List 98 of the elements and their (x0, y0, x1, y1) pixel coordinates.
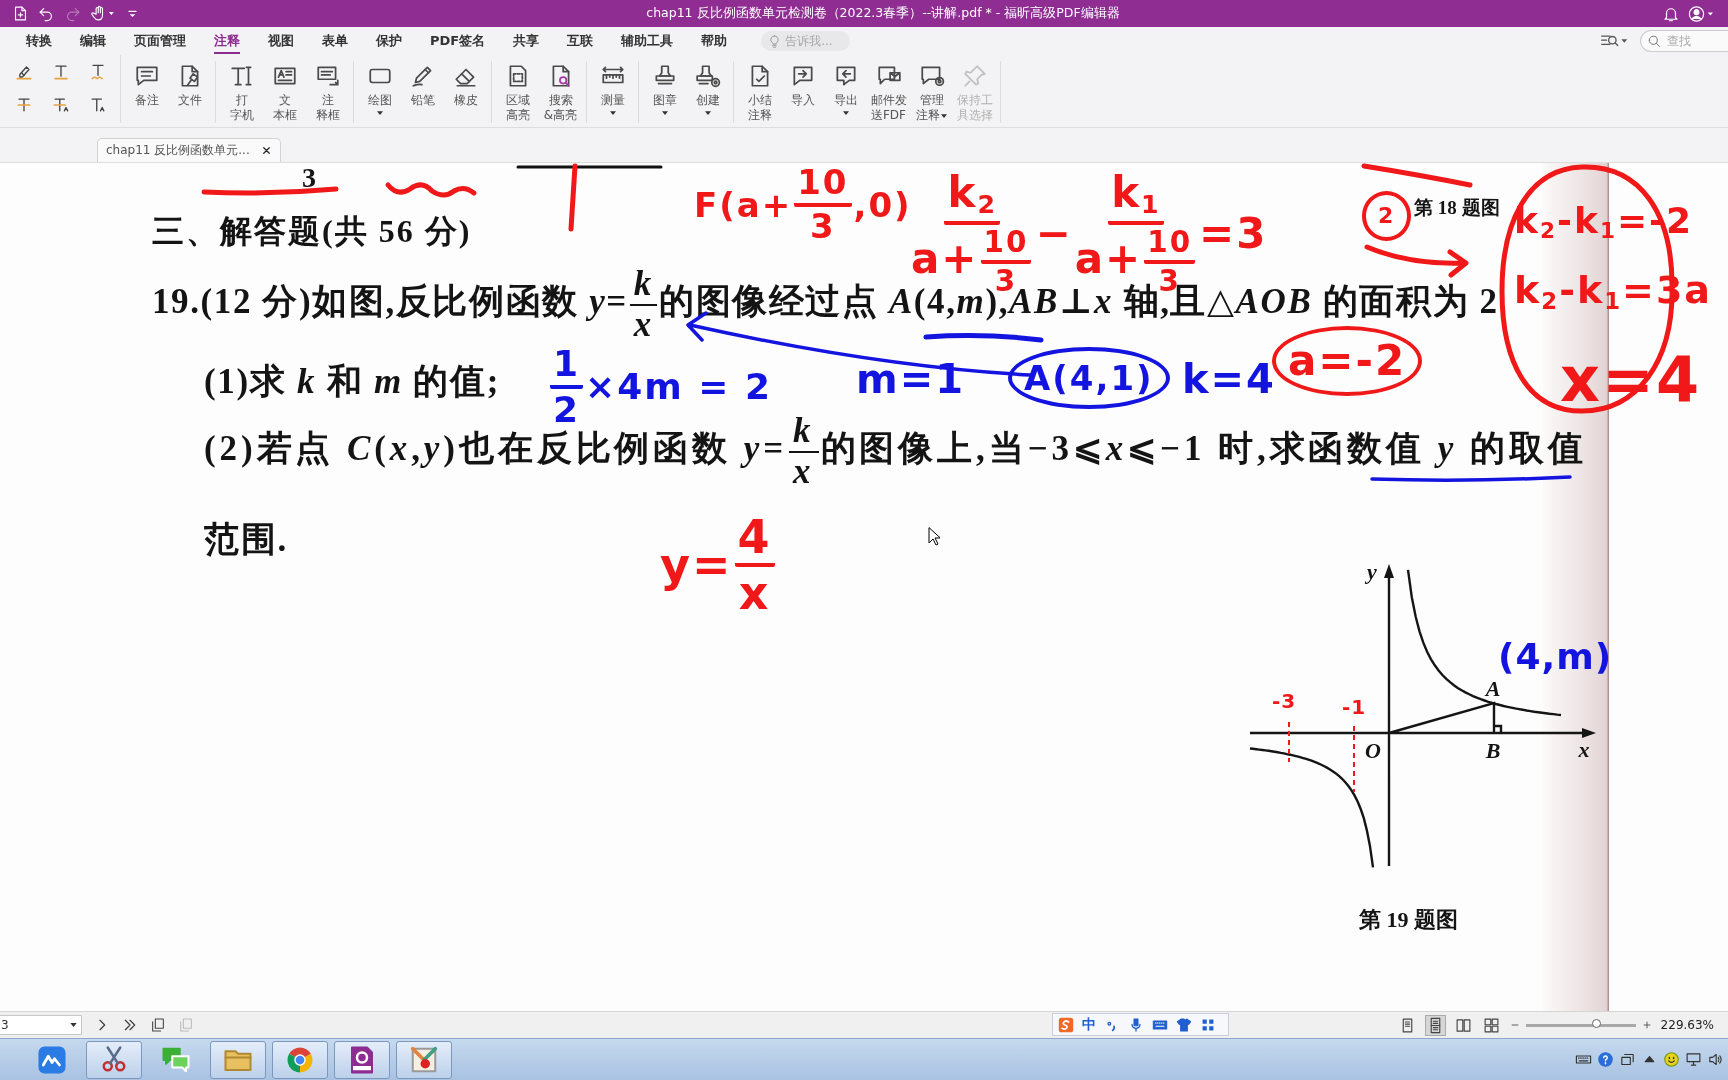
logo-icon[interactable] (1058, 1016, 1074, 1033)
taskbar-button[interactable] (86, 1040, 142, 1079)
menu-tab[interactable]: 视图 (254, 27, 308, 55)
four-page-icon[interactable] (1481, 1015, 1501, 1035)
pointer-icon (928, 527, 940, 546)
input-mode-toggle[interactable]: 中 (1082, 1015, 1096, 1034)
dashed-line (1353, 725, 1355, 793)
menu-tab[interactable]: 表单 (308, 27, 362, 55)
callout-icon (314, 63, 341, 89)
window-stack-icon[interactable] (1619, 1051, 1636, 1068)
speech-bubble-icon (133, 63, 160, 89)
section-heading: 三、解答题(共 56 分) (152, 212, 472, 251)
question-text: (1)求 k 和 m 的值; (204, 361, 501, 403)
caret-icon (376, 111, 383, 115)
caret-icon (941, 113, 947, 118)
menu-tab[interactable]: 保护 (362, 27, 416, 55)
undo-icon[interactable] (38, 5, 55, 22)
caret-icon (609, 111, 616, 115)
caret-icon (842, 111, 849, 115)
window-title: chap11 反比例函数单元检测卷（2022.3春季）--讲解.pdf * - 福昕高级PDF编辑器 (646, 5, 1120, 22)
handwritten-note: (4,m) (1498, 639, 1613, 675)
stamp-button[interactable]: 图章 (643, 61, 686, 123)
page-number-field[interactable]: 3 (0, 1015, 82, 1035)
typewriter-button[interactable]: 打 字机 (220, 61, 263, 123)
taskbar-button[interactable] (396, 1040, 452, 1079)
axis-label: y (1367, 559, 1377, 584)
user-icon[interactable] (1688, 4, 1714, 23)
taskbar-button[interactable] (334, 1040, 390, 1079)
point-label: O (1365, 738, 1381, 763)
menu-tab[interactable]: 转换 (12, 27, 66, 55)
palette-icon (409, 1044, 439, 1075)
smiley-icon[interactable] (1663, 1051, 1680, 1068)
ink-stroke (568, 163, 578, 232)
grid-icon[interactable] (1200, 1016, 1216, 1033)
callout-button[interactable]: 注 释框 (306, 61, 349, 123)
textbox-button[interactable]: 文 本框 (263, 61, 306, 123)
point-label: B (1485, 738, 1501, 763)
pages-icon[interactable] (150, 1017, 166, 1033)
help-icon[interactable] (1597, 1051, 1614, 1068)
area-highlight-button[interactable]: 区域 高亮 (496, 61, 539, 123)
zoom-level: 229.63% (1660, 1018, 1714, 1032)
menu-tab[interactable]: 帮助 (687, 27, 742, 55)
handwritten-note: m=1 (856, 359, 966, 399)
comment-button[interactable]: 备注 (125, 61, 168, 123)
new-document-icon[interactable] (12, 5, 29, 22)
microphone-icon[interactable] (1128, 1016, 1144, 1033)
bubble-gear-icon (918, 63, 945, 89)
caret-icon (661, 111, 668, 115)
shirt-icon[interactable] (1176, 1016, 1192, 1033)
shape-button[interactable]: 绘图 (358, 61, 401, 123)
handwritten-note: -3 (1272, 691, 1297, 711)
menu-tab[interactable]: 互联 (553, 27, 608, 55)
question-text: 范围. (204, 519, 288, 561)
document-tab[interactable]: chap11 反比例函数单元... (97, 138, 281, 162)
summarize-button[interactable]: 小结 注释 (738, 61, 781, 123)
axis-label: x (1578, 737, 1590, 762)
search-highlight-button[interactable]: 搜索 &高亮 (539, 61, 582, 123)
taskbar-button[interactable] (272, 1040, 328, 1079)
manage-button[interactable]: 管理 注释 (910, 61, 953, 123)
import-button[interactable]: 导入 (781, 61, 824, 123)
tell-me-field[interactable]: 告诉我... (761, 31, 851, 51)
email-button[interactable]: 邮件发 送FDF (867, 61, 910, 123)
close-icon[interactable] (261, 145, 272, 156)
dashed-line (1288, 721, 1290, 763)
search-field[interactable]: 查找 (1640, 30, 1728, 52)
handwritten-note: -1 (1342, 697, 1367, 717)
caret-icon (704, 111, 711, 115)
hand-icon[interactable] (90, 5, 115, 22)
create-stamp-button[interactable]: 创建 (686, 61, 729, 123)
menu-tab[interactable]: 注释 (200, 27, 254, 55)
mountain-logo-icon (37, 1044, 67, 1075)
slider-thumb[interactable] (1592, 1018, 1602, 1028)
handwritten-note: a=-2 (1272, 326, 1423, 396)
stamp-gear-icon (694, 63, 721, 89)
attach-file-button[interactable]: 文件 (168, 61, 211, 123)
point-label: A (1485, 676, 1501, 701)
plus-icon[interactable] (1641, 1020, 1652, 1030)
eraser-button[interactable]: 橡皮 (444, 61, 487, 123)
menu-tab[interactable]: 编辑 (66, 27, 120, 55)
measure-button[interactable]: 测量 (591, 61, 634, 123)
pushpin-icon (961, 63, 988, 89)
handwritten-note: 2 (1362, 191, 1412, 241)
network-icon[interactable] (1685, 1051, 1702, 1068)
pencil-button[interactable]: 铅笔 (401, 61, 444, 123)
handwritten-note: A(4,1) (1008, 347, 1170, 409)
menu-tab[interactable]: 辅助工具 (607, 27, 688, 55)
figure-caption: 第 19 题图 (1359, 906, 1458, 934)
menu-tab[interactable]: PDF签名 (416, 27, 500, 55)
speaker-icon[interactable] (1707, 1051, 1724, 1068)
menu-tab[interactable]: 页面管理 (120, 27, 200, 55)
caret-icon (70, 1023, 77, 1027)
figure-caption: 第 18 题图 (1414, 196, 1500, 220)
export-button[interactable]: 导出 (824, 61, 867, 123)
text-fragment: 3 (302, 163, 316, 193)
scroll-pages-icon[interactable] (1425, 1015, 1445, 1035)
double-chevron-icon[interactable] (122, 1017, 138, 1033)
menu-tab[interactable]: 共享 (499, 27, 554, 55)
search-icon (1647, 33, 1662, 49)
